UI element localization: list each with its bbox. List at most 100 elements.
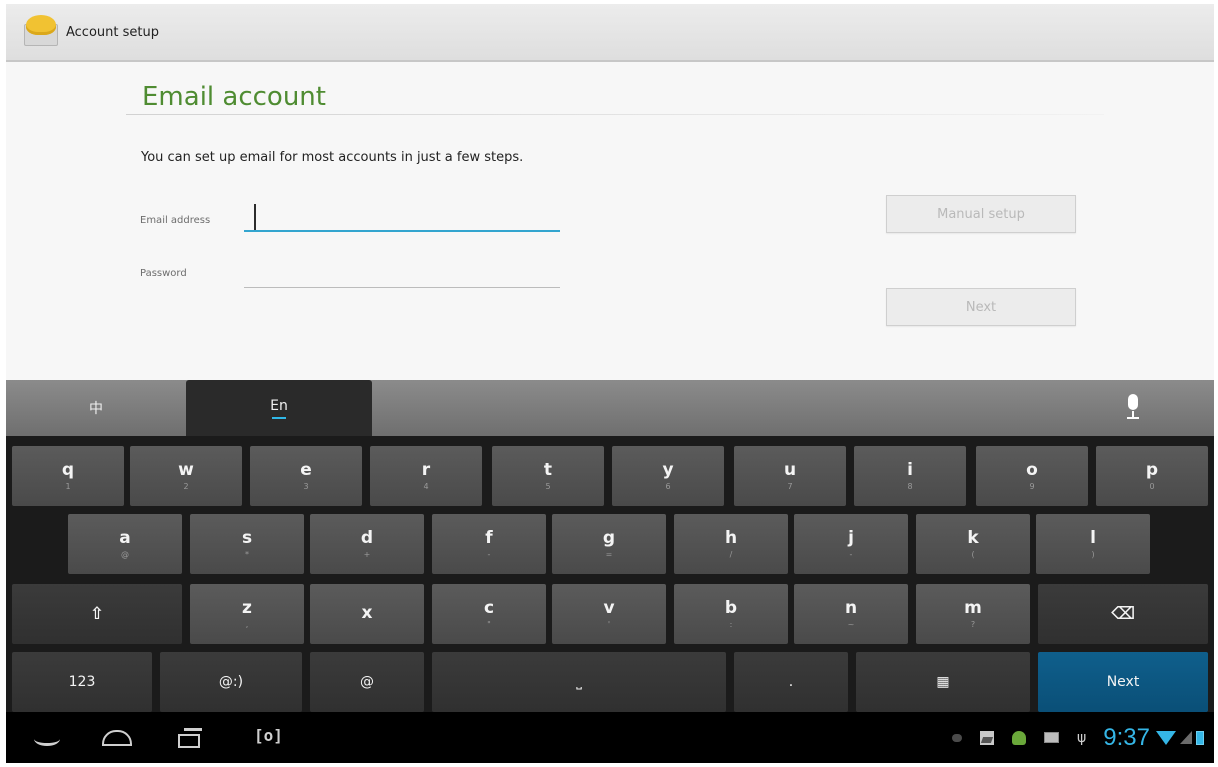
key-label: h [724, 528, 738, 548]
key-t[interactable]: t5 [492, 446, 604, 506]
recent-apps-icon[interactable] [178, 728, 204, 748]
key-m[interactable]: m? [916, 584, 1030, 644]
key-h[interactable]: h / [674, 514, 788, 574]
settings-key[interactable]: ▦ [856, 652, 1030, 712]
key-o[interactable]: o9 [976, 446, 1088, 506]
key-j[interactable]: j- [794, 514, 908, 574]
microphone-icon[interactable] [1122, 394, 1144, 422]
key-s[interactable]: s * [190, 514, 304, 574]
screenshot-icon[interactable]: [o] [254, 726, 283, 745]
key-r[interactable]: r4 [370, 446, 482, 506]
key-hint-label: ~ [847, 620, 855, 629]
key-label: k [967, 528, 979, 548]
key-label: 123 [68, 674, 96, 690]
key-f[interactable]: f- [432, 514, 546, 574]
key-i[interactable]: i8 [854, 446, 966, 506]
key-hint-label: 3 [303, 482, 309, 491]
key-x[interactable]: x [310, 584, 424, 644]
key-label: j [848, 528, 854, 548]
backspace-key[interactable]: ⌫ [1038, 584, 1208, 644]
home-icon[interactable] [102, 730, 132, 746]
key-k[interactable]: k( [916, 514, 1030, 574]
back-icon[interactable] [34, 732, 60, 746]
key-label: w [178, 460, 194, 480]
key-z[interactable]: z, [190, 584, 304, 644]
wifi-icon [1156, 730, 1176, 745]
key-hint-label: 5 [545, 482, 551, 491]
key-label: t [543, 460, 553, 480]
tab-english-label: En [270, 397, 288, 414]
key-label: i [907, 460, 913, 480]
key-hint-label: 1 [65, 482, 71, 491]
usb-icon: ψ [1077, 729, 1087, 746]
key-g[interactable]: g = [552, 514, 666, 574]
key-w[interactable]: w2 [130, 446, 242, 506]
active-tab-indicator [272, 416, 286, 419]
emoticon-key[interactable]: @:) [160, 652, 302, 712]
numbers-key[interactable]: 123 [12, 652, 152, 712]
space-key[interactable]: ⎵ [432, 652, 726, 712]
clock: 9:37 [1103, 723, 1150, 751]
key-hint-label: ' [607, 620, 611, 629]
email-label: Email address [140, 215, 211, 226]
next-button[interactable]: Next [886, 288, 1076, 326]
key-hint-label: 9 [1029, 482, 1035, 491]
key-u[interactable]: u7 [734, 446, 846, 506]
key-n[interactable]: n ~ [794, 584, 908, 644]
key-hint-label: : [729, 620, 733, 629]
key-label: a [119, 528, 131, 548]
key-label: . [788, 674, 794, 690]
keyboard-settings-icon: ▦ [936, 674, 950, 690]
key-hint-label: / [729, 550, 733, 559]
tab-chinese-label: 中 [89, 401, 103, 417]
key-hint-label: 7 [787, 482, 793, 491]
key-a[interactable]: a @ [68, 514, 182, 574]
key-label: Next [1106, 674, 1140, 690]
key-b[interactable]: b: [674, 584, 788, 644]
next-key[interactable]: Next [1038, 652, 1208, 712]
key-c[interactable]: c " [432, 584, 546, 644]
tab-chinese[interactable]: 中 [6, 380, 186, 436]
password-label: Password [140, 268, 187, 279]
key-label: v [603, 598, 615, 618]
tab-english[interactable]: En [186, 380, 372, 436]
key-hint-label: 4 [423, 482, 429, 491]
mail-notification-icon [1044, 732, 1060, 743]
key-label: e [300, 460, 312, 480]
key-hint-label: = [605, 550, 613, 559]
key-label: p [1145, 460, 1159, 480]
soft-keyboard: q1 w2 e3 r4 t5 y6 u7 i8 o9 p0 a @ s * d + f… [6, 436, 1214, 712]
key-v[interactable]: v ' [552, 584, 666, 644]
key-label: @ [360, 674, 374, 690]
key-label: m [964, 598, 982, 618]
key-label: r [421, 460, 431, 480]
manual-setup-button[interactable]: Manual setup [886, 195, 1076, 233]
key-label: g [602, 528, 616, 548]
key-d[interactable]: d + [310, 514, 424, 574]
key-label: o [1026, 460, 1038, 480]
at-key[interactable]: @ [310, 652, 424, 712]
email-field[interactable] [244, 208, 560, 232]
shift-key[interactable]: ⇧ [12, 584, 182, 644]
key-label: f [485, 528, 493, 548]
key-e[interactable]: e3 [250, 446, 362, 506]
account-setup-form: Email account You can set up email for m… [6, 62, 1214, 380]
key-l[interactable]: l) [1036, 514, 1150, 574]
key-q[interactable]: q1 [12, 446, 124, 506]
password-field[interactable] [244, 264, 560, 288]
key-hint-label: 6 [665, 482, 671, 491]
key-hint-label: 8 [907, 482, 913, 491]
key-hint-label: ? [970, 620, 976, 629]
period-key[interactable]: . [734, 652, 848, 712]
key-hint-label: + [363, 550, 371, 559]
shift-icon: ⇧ [89, 604, 105, 624]
backspace-icon: ⌫ [1110, 604, 1136, 624]
key-label: z [242, 598, 252, 618]
key-hint-label: ) [1091, 550, 1095, 559]
status-area[interactable]: ψ 9:37 [943, 712, 1214, 763]
key-label: c [483, 598, 495, 618]
email-app-icon [20, 10, 60, 54]
key-y[interactable]: y6 [612, 446, 724, 506]
key-hint-label: - [849, 550, 853, 559]
key-p[interactable]: p0 [1096, 446, 1208, 506]
